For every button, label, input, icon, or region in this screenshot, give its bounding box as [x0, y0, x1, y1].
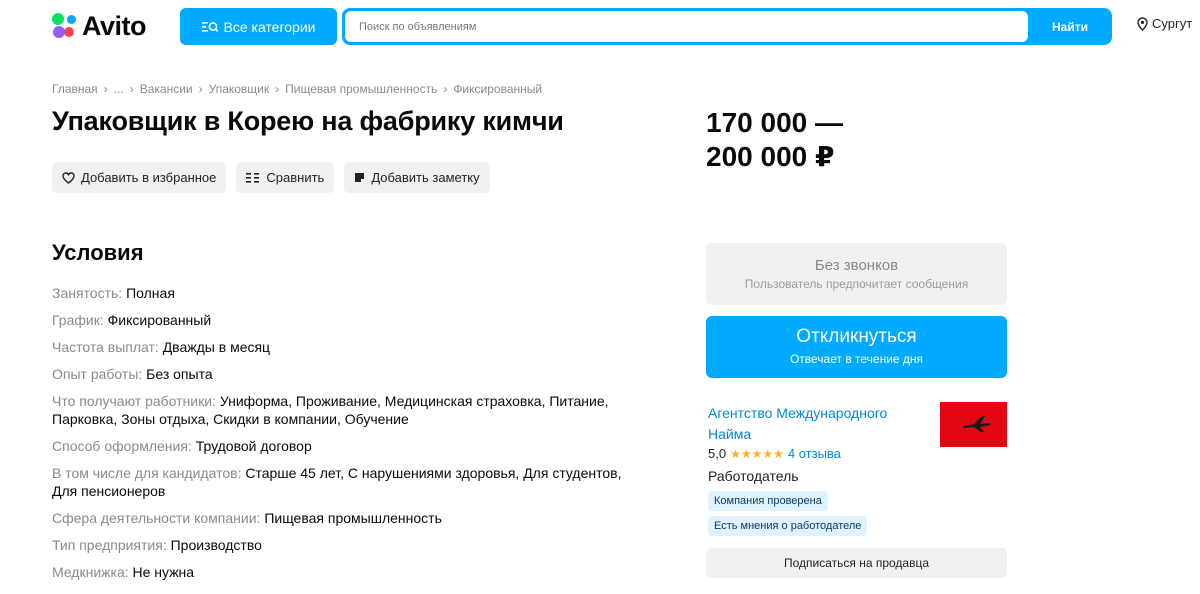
condition-key: Медкнижка:	[52, 564, 129, 580]
condition-key: Что получают работники:	[52, 393, 216, 409]
condition-row: Способ оформления: Трудовой договор	[52, 437, 632, 455]
seller-logo[interactable]	[940, 402, 1007, 447]
condition-key: В том числе для кандидатов:	[52, 465, 242, 481]
add-to-favorites-button[interactable]: Добавить в избранное	[52, 162, 227, 193]
price-from: 170 000 —	[706, 107, 843, 138]
verified-company-badge[interactable]: Компания проверена	[708, 491, 828, 511]
seller-name-link[interactable]: Агентство Международного Найма	[708, 403, 928, 445]
condition-value: Дважды в месяц	[162, 339, 271, 355]
breadcrumb-packer[interactable]: Упаковщик	[209, 82, 270, 96]
condition-row: В том числе для кандидатов: Старше 45 ле…	[52, 464, 632, 500]
condition-key: Тип предприятия:	[52, 537, 167, 553]
note-icon	[355, 173, 365, 182]
breadcrumb: Главная › ... › Вакансии › Упаковщик › Пищев…	[52, 82, 543, 96]
breadcrumb-vacancies[interactable]: Вакансии	[140, 82, 193, 96]
avito-logo[interactable]: Avito	[52, 10, 147, 42]
logo-dots-icon	[52, 13, 78, 39]
condition-key: Занятость:	[52, 285, 123, 301]
breadcrumb-home[interactable]: Главная	[52, 82, 98, 96]
rating-stars-icon: ★★★★★	[730, 446, 784, 461]
seller-rating: 5,0 ★★★★★ 4 отзыва	[708, 446, 841, 461]
subscribe-seller-button[interactable]: Подписаться на продавца	[706, 548, 1007, 578]
location-selector[interactable]: Сургут	[1137, 16, 1192, 31]
condition-key: График:	[52, 312, 104, 328]
condition-value: Фиксированный	[107, 312, 212, 328]
price-to: 200 000 ₽	[706, 141, 835, 172]
compare-label: Сравнить	[266, 170, 325, 185]
condition-key: Способ оформления:	[52, 438, 192, 454]
page-title: Упаковщик в Корею на фабрику кимчи	[52, 106, 564, 136]
location-pin-icon	[1137, 16, 1148, 31]
condition-key: Частота выплат:	[52, 339, 159, 355]
price: 170 000 — 200 000 ₽	[706, 106, 843, 174]
no-calls-title: Без звонков	[814, 257, 899, 274]
respond-subtitle: Отвечает в течение дня	[789, 352, 924, 366]
seller-type: Работодатель	[708, 468, 799, 484]
all-categories-label: Все категории	[223, 18, 316, 35]
no-calls-notice: Без звонков Пользователь предпочитает со…	[706, 243, 1007, 305]
breadcrumb-food-industry[interactable]: Пищевая промышленность	[285, 82, 437, 96]
search-button[interactable]: Найти	[1028, 8, 1112, 45]
condition-value: Полная	[126, 285, 175, 301]
condition-row: Занятость: Полная	[52, 284, 632, 302]
condition-row: Частота выплат: Дважды в месяц	[52, 338, 632, 356]
location-label: Сургут	[1152, 16, 1193, 31]
search-bar: Найти	[342, 8, 1112, 45]
condition-value: Пищевая промышленность	[264, 510, 442, 526]
condition-value: Производство	[170, 537, 262, 553]
reviews-link[interactable]: 4 отзыва	[788, 446, 841, 461]
compare-button[interactable]: Сравнить	[236, 162, 335, 193]
add-note-label: Добавить заметку	[371, 170, 480, 185]
condition-row: Тип предприятия: Производство	[52, 536, 632, 554]
condition-value: Без опыта	[146, 366, 213, 382]
all-categories-button[interactable]: Все категории	[180, 8, 337, 45]
respond-button[interactable]: Откликнуться Отвечает в течение дня	[706, 316, 1007, 378]
logo-text: Avito	[82, 10, 147, 41]
condition-key: Сфера деятельности компании:	[52, 510, 261, 526]
condition-row: Сфера деятельности компании: Пищевая про…	[52, 509, 632, 527]
header: Avito Все категории Найти Сургут	[0, 0, 1200, 54]
conditions-title: Условия	[52, 240, 144, 265]
conditions-list: Занятость: Полная График: Фиксированный …	[52, 284, 632, 590]
breadcrumb-fixed[interactable]: Фиксированный	[453, 82, 542, 96]
rating-value: 5,0	[708, 446, 727, 461]
condition-row: Опыт работы: Без опыта	[52, 365, 632, 383]
compare-icon	[246, 172, 260, 183]
condition-value: Трудовой договор	[195, 438, 312, 454]
categories-search-icon	[201, 21, 218, 32]
add-note-button[interactable]: Добавить заметку	[344, 162, 490, 193]
condition-row: График: Фиксированный	[52, 311, 632, 329]
ad-actions: Добавить в избранное Сравнить Добавить з…	[52, 162, 490, 193]
heart-icon	[62, 171, 75, 184]
airplane-icon	[963, 416, 991, 432]
respond-label: Откликнуться	[796, 326, 917, 347]
condition-row: Медкнижка: Не нужна	[52, 563, 632, 581]
breadcrumb-ellipsis[interactable]: ...	[114, 82, 124, 96]
add-to-favorites-label: Добавить в избранное	[81, 170, 217, 185]
condition-value: Не нужна	[132, 564, 195, 580]
condition-row: Что получают работники: Униформа, Прожив…	[52, 392, 632, 428]
no-calls-subtitle: Пользователь предпочитает сообщения	[744, 277, 969, 291]
search-input[interactable]	[345, 11, 1028, 42]
employer-opinions-badge[interactable]: Есть мнения о работодателе	[708, 516, 868, 536]
condition-key: Опыт работы:	[52, 366, 143, 382]
